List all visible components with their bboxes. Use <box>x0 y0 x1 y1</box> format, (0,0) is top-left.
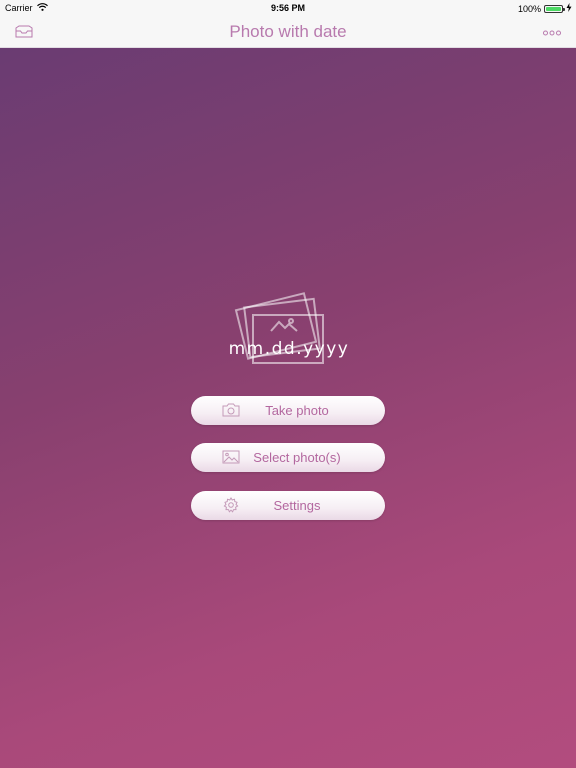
select-photos-label: Select photo(s) <box>253 450 341 465</box>
settings-button[interactable]: Settings <box>191 491 385 520</box>
main-content: mm.dd.yyyy Take photo Select photo(s) Se… <box>0 48 576 768</box>
battery-fill <box>546 6 561 11</box>
status-right: 100% <box>518 3 572 14</box>
date-format-label: mm.dd.yyyy <box>228 339 350 359</box>
battery-percent: 100% <box>517 3 541 14</box>
battery-icon <box>544 4 565 13</box>
settings-label: Settings <box>273 498 321 513</box>
app-logo: mm.dd.yyyy <box>225 281 353 373</box>
app-screen: Carrier 9:56 PM 100% Photo with date mm.… <box>0 0 576 768</box>
more-icon[interactable] <box>542 26 562 38</box>
navigation-bar: Photo with date <box>0 16 576 48</box>
battery-tip <box>563 7 565 11</box>
charging-icon <box>566 3 572 14</box>
page-title: Photo with date <box>229 22 347 41</box>
status-bar: Carrier 9:56 PM 100% <box>0 0 576 16</box>
take-photo-button[interactable]: Take photo <box>191 396 385 425</box>
select-photos-button[interactable]: Select photo(s) <box>191 443 385 472</box>
status-time: 9:56 PM <box>270 3 305 13</box>
take-photo-label: Take photo <box>265 403 329 418</box>
